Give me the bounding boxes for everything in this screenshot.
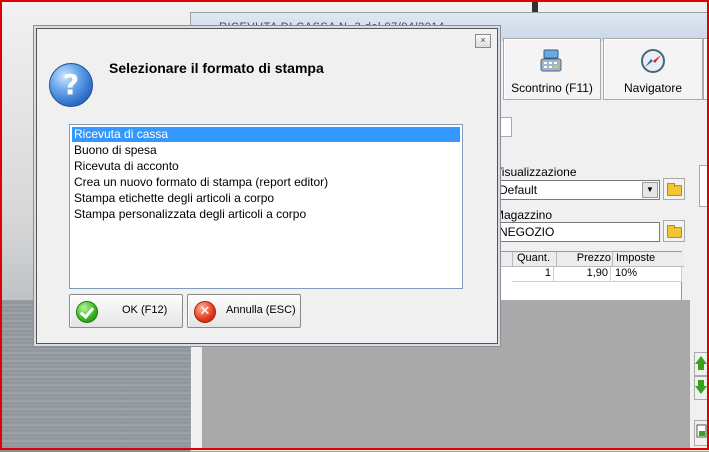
move-down-button[interactable] — [694, 376, 709, 400]
side-tool-button[interactable] — [694, 420, 709, 446]
ok-button-label: OK (F12) — [122, 304, 168, 316]
warehouse-value: NEGOZIO — [499, 225, 555, 239]
navigator-button-label: Navigatore — [623, 81, 683, 95]
list-item[interactable]: Ricevuta di cassa — [72, 127, 460, 142]
grid-header-tax: Imposte — [612, 252, 684, 267]
chevron-down-icon[interactable]: ▼ — [642, 182, 658, 198]
display-group-label: Visualizzazione — [494, 165, 577, 179]
list-item[interactable]: Stampa etichette degli articoli a corpo — [72, 191, 274, 206]
display-combo[interactable]: Default ▼ — [494, 180, 660, 200]
folder-icon[interactable] — [663, 178, 685, 200]
grid-cell-price[interactable]: 1,90 — [554, 267, 611, 282]
check-icon — [76, 301, 98, 323]
cancel-icon: ✕ — [194, 301, 216, 323]
folder-icon[interactable] — [663, 220, 685, 242]
receipt-button-label: Scontrino (F11) — [511, 81, 593, 95]
arrow-down-icon — [695, 380, 707, 394]
items-grid[interactable]: Quant. Prezzo Imposte 1 1,90 10% — [497, 251, 684, 301]
document-icon — [696, 424, 707, 438]
move-up-button[interactable] — [694, 352, 709, 376]
cash-register-icon — [540, 49, 562, 72]
close-icon[interactable]: × — [475, 34, 491, 48]
print-format-dialog: × ? Selezionare il formato di stampa Ric… — [36, 28, 498, 344]
toolbar-strip — [498, 117, 512, 137]
arrow-up-icon — [695, 356, 707, 370]
warehouse-field[interactable]: NEGOZIO — [494, 222, 660, 242]
warehouse-group-label: Magazzino — [494, 208, 553, 222]
display-value: Default — [499, 183, 538, 197]
grid-cell-quantity[interactable]: 1 — [512, 267, 554, 282]
dialog-title: Selezionare il formato di stampa — [109, 60, 324, 76]
grid-header-quantity: Quant. — [512, 252, 557, 267]
side-field-partial[interactable] — [699, 165, 709, 207]
print-format-list[interactable]: Ricevuta di cassa Buono di spesa Ricevut… — [69, 124, 463, 289]
grid-header-cell — [498, 252, 512, 267]
toolbar-button-partial[interactable] — [703, 38, 709, 100]
grid-cell-tax[interactable]: 10% — [612, 267, 682, 282]
navigator-button[interactable]: Navigatore — [603, 38, 703, 100]
compass-icon — [641, 49, 665, 73]
question-icon: ? — [49, 63, 93, 107]
cancel-button[interactable]: ✕ Annulla (ESC) — [187, 294, 301, 328]
list-item[interactable]: Stampa personalizzata degli articoli a c… — [72, 207, 306, 222]
list-item[interactable]: Crea un nuovo formato di stampa (report … — [72, 175, 328, 190]
grid-header-price: Prezzo — [556, 252, 613, 267]
list-item[interactable]: Buono di spesa — [72, 143, 157, 158]
list-item[interactable]: Ricevuta di acconto — [72, 159, 179, 174]
cancel-button-label: Annulla (ESC) — [226, 304, 296, 316]
ok-button[interactable]: OK (F12) — [69, 294, 183, 328]
receipt-button[interactable]: Scontrino (F11) — [503, 38, 601, 100]
